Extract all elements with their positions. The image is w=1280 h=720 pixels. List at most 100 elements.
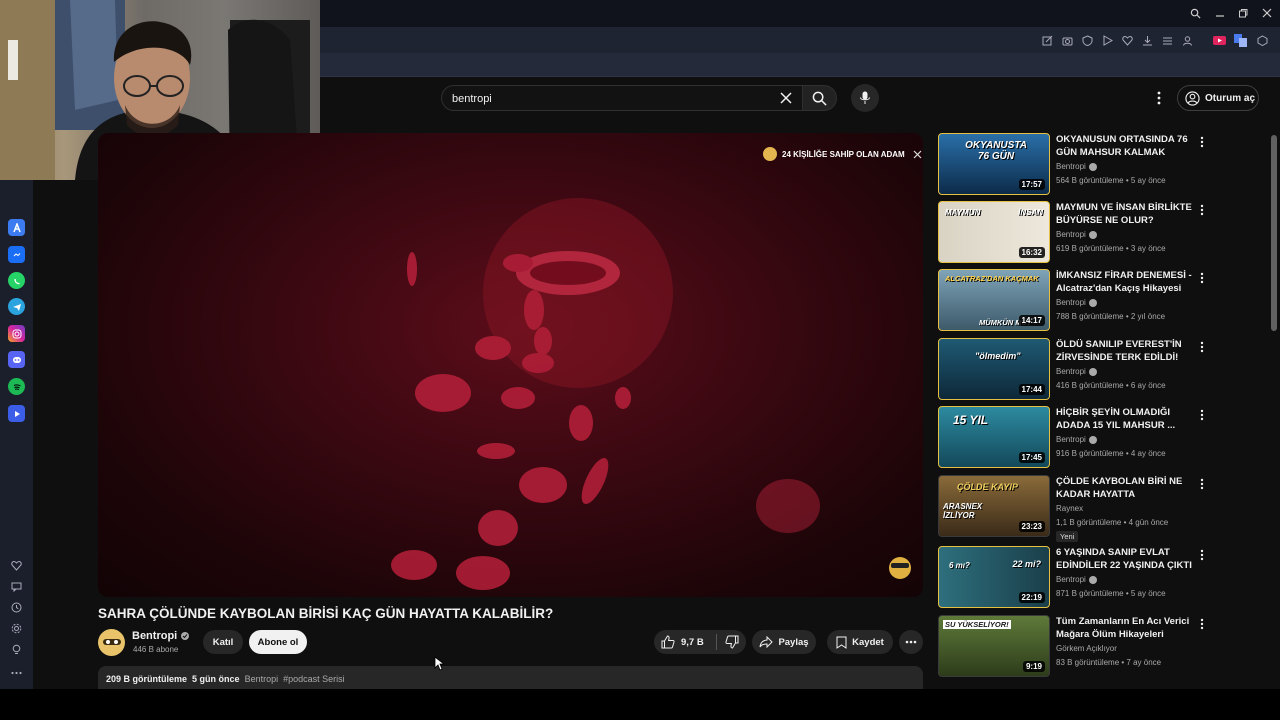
suggestion-more-icon[interactable] bbox=[1196, 477, 1208, 491]
description-box[interactable]: 209 B görüntüleme 5 gün önce Bentropi #p… bbox=[98, 666, 923, 690]
shield-icon[interactable] bbox=[1080, 33, 1094, 47]
search-icon bbox=[812, 91, 827, 106]
video-player[interactable] bbox=[98, 133, 923, 597]
more-sidebar-icon[interactable] bbox=[8, 664, 25, 681]
page-scrollbar[interactable] bbox=[1271, 135, 1277, 331]
camera-icon[interactable] bbox=[1060, 33, 1074, 47]
youtube-extension-icon[interactable] bbox=[1212, 33, 1226, 47]
suggestion-item[interactable]: MAYMUN İNSAN 16:32 MAYMUN VE İNSAN BİRLİ… bbox=[938, 201, 1258, 263]
signin-button[interactable]: Oturum aç bbox=[1177, 85, 1259, 111]
video-card-banner[interactable]: 24 KİŞİLİĞE SAHİP OLAN ADAM bbox=[763, 146, 922, 162]
suggestion-channel: Görkem Açıklıyor bbox=[1056, 644, 1117, 653]
like-icon bbox=[661, 635, 675, 649]
suggestion-thumbnail: SU YÜKSELİYOR! 9:19 bbox=[938, 615, 1050, 677]
menu-lines-icon[interactable] bbox=[1160, 33, 1174, 47]
heart-icon[interactable] bbox=[1120, 33, 1134, 47]
like-button[interactable]: 9,7 B bbox=[661, 635, 716, 649]
suggestion-item[interactable]: SU YÜKSELİYOR! 9:19 Tüm Zamanların En Ac… bbox=[938, 615, 1258, 677]
close-window-icon[interactable] bbox=[1259, 5, 1275, 21]
suggestion-thumbnail: OKYANUSTA 76 GÜN 17:57 bbox=[938, 133, 1050, 195]
like-dislike-group: 9,7 B bbox=[654, 630, 746, 654]
spotify-icon[interactable] bbox=[8, 378, 25, 395]
play-icon[interactable] bbox=[1100, 33, 1114, 47]
download-icon[interactable] bbox=[1140, 33, 1154, 47]
suggestion-more-icon[interactable] bbox=[1196, 271, 1208, 285]
suggestion-more-icon[interactable] bbox=[1196, 135, 1208, 149]
translate-icon[interactable] bbox=[1233, 33, 1247, 47]
discord-icon[interactable] bbox=[8, 351, 25, 368]
verified-icon bbox=[1088, 367, 1097, 376]
profile-icon[interactable] bbox=[1180, 33, 1194, 47]
suggestion-channel: Bentropi bbox=[1056, 298, 1097, 307]
clear-search-icon[interactable] bbox=[780, 92, 792, 104]
share-button[interactable]: Paylaş bbox=[752, 630, 816, 654]
suggestion-more-icon[interactable] bbox=[1196, 548, 1208, 562]
dislike-icon[interactable] bbox=[725, 635, 739, 649]
suggestion-channel-text: Raynex bbox=[1056, 504, 1084, 513]
telegram-icon[interactable] bbox=[8, 298, 25, 315]
tips-icon[interactable] bbox=[8, 641, 25, 658]
card-avatar-icon bbox=[763, 147, 777, 161]
whatsapp-icon[interactable] bbox=[8, 272, 25, 289]
search-button[interactable] bbox=[803, 85, 837, 111]
suggestion-more-icon[interactable] bbox=[1196, 408, 1208, 422]
player-icon[interactable] bbox=[8, 405, 25, 422]
suggestion-more-icon[interactable] bbox=[1196, 617, 1208, 631]
thumbnail-caption-right: 22 mi? bbox=[1012, 559, 1041, 569]
suggestion-more-icon[interactable] bbox=[1196, 340, 1208, 354]
join-button[interactable]: Katıl bbox=[203, 630, 243, 654]
search-tabs-icon[interactable] bbox=[1187, 5, 1203, 21]
share-label: Paylaş bbox=[778, 636, 809, 648]
suggestion-item[interactable]: ÇÖLDE KAYIP ARASNEX İZLİYOR 23:23 ÇÖLDE … bbox=[938, 475, 1258, 542]
suggestion-channel-text: Bentropi bbox=[1056, 230, 1086, 239]
more-options-icon[interactable] bbox=[1154, 90, 1164, 106]
channel-name[interactable]: Bentropi bbox=[132, 630, 190, 642]
aria-icon[interactable] bbox=[8, 219, 25, 236]
history-icon[interactable] bbox=[8, 599, 25, 616]
video-title: SAHRA ÇÖLÜNDE KAYBOLAN BİRİSİ KAÇ GÜN HA… bbox=[98, 606, 554, 621]
suggestion-meta: 619 B görüntüleme • 3 ay önce bbox=[1056, 244, 1166, 253]
save-button[interactable]: Kaydet bbox=[827, 630, 893, 654]
search-input[interactable] bbox=[452, 90, 772, 108]
video-duration: 17:57 bbox=[1018, 179, 1045, 190]
suggestion-item[interactable]: 6 mı? 22 mi? 22:19 6 YAŞINDA SANIP EVLAT… bbox=[938, 546, 1258, 608]
suggestion-age: 4 gün önce bbox=[1128, 518, 1169, 527]
voice-search-button[interactable] bbox=[851, 84, 879, 112]
subscribe-button[interactable]: Abone ol bbox=[249, 630, 307, 654]
suggestion-age: 5 ay önce bbox=[1130, 176, 1166, 185]
suggestion-title: ÖLDÜ SANILIP EVEREST'İN ZİRVESİNDE TERK … bbox=[1056, 339, 1182, 363]
suggestion-item[interactable]: 15 YIL 17:45 HİÇBİR ŞEYİN OLMADIĞI ADADA… bbox=[938, 406, 1258, 468]
address-bar[interactable] bbox=[320, 29, 1280, 51]
instagram-icon[interactable] bbox=[8, 325, 25, 342]
suggestion-views: 916 B görüntüleme bbox=[1056, 449, 1124, 458]
more-actions-button[interactable] bbox=[899, 630, 923, 654]
suggestion-more-icon[interactable] bbox=[1196, 203, 1208, 217]
suggestion-meta: 564 B görüntüleme • 5 ay önce bbox=[1056, 176, 1166, 185]
suggestion-views: 619 B görüntüleme bbox=[1056, 244, 1124, 253]
settings-icon[interactable] bbox=[8, 620, 25, 637]
favorite-icon[interactable] bbox=[8, 557, 25, 574]
suggestion-thumbnail: ALCATRAZ'DAN KAÇMAK MÜMKÜN MÜ? 14:17 bbox=[938, 269, 1050, 331]
verified-icon bbox=[1088, 298, 1097, 307]
restore-icon[interactable] bbox=[1235, 5, 1251, 21]
close-card-icon[interactable] bbox=[913, 150, 922, 159]
channel-avatar[interactable] bbox=[98, 629, 125, 656]
minimize-icon[interactable] bbox=[1212, 5, 1228, 21]
extensions-icon[interactable] bbox=[1255, 33, 1269, 47]
edit-icon[interactable] bbox=[1040, 33, 1054, 47]
suggestion-channel-text: Bentropi bbox=[1056, 298, 1086, 307]
suggestion-views: 788 B görüntüleme bbox=[1056, 312, 1124, 321]
account-icon bbox=[1185, 90, 1200, 106]
suggestion-item[interactable]: OKYANUSTA 76 GÜN 17:57 OKYANUSUN ORTASIN… bbox=[938, 133, 1258, 195]
chat-icon[interactable] bbox=[8, 578, 25, 595]
messenger-icon[interactable] bbox=[8, 246, 25, 263]
suggestion-channel: Bentropi bbox=[1056, 575, 1097, 584]
suggestion-views: 416 B görüntüleme bbox=[1056, 381, 1124, 390]
hashtag-link[interactable]: #podcast Serisi bbox=[283, 674, 345, 684]
suggestion-item[interactable]: ALCATRAZ'DAN KAÇMAK MÜMKÜN MÜ? 14:17 İMK… bbox=[938, 269, 1258, 331]
suggestion-channel-text: Bentropi bbox=[1056, 162, 1086, 171]
mouse-cursor bbox=[434, 656, 444, 671]
video-duration: 9:19 bbox=[1022, 661, 1045, 672]
suggestion-views: 871 B görüntüleme bbox=[1056, 589, 1124, 598]
suggestion-item[interactable]: "ölmedim" 17:44 ÖLDÜ SANILIP EVEREST'İN … bbox=[938, 338, 1258, 400]
